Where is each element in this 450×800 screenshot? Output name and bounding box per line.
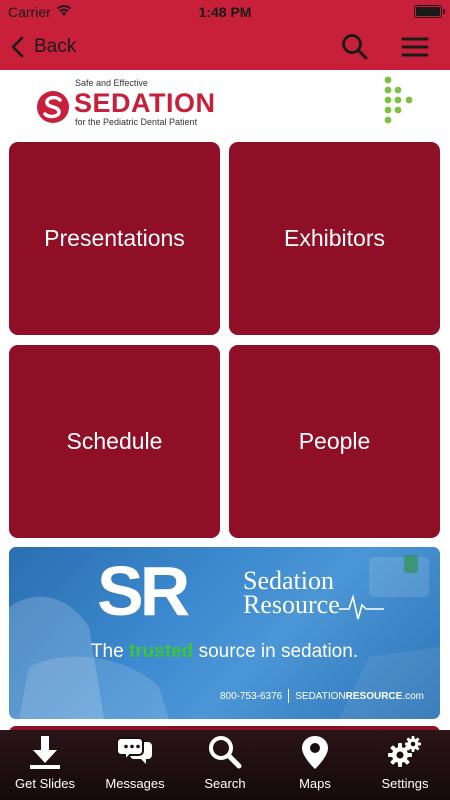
tab-label: Messages xyxy=(105,776,165,791)
tagline-prefix: The xyxy=(90,641,129,662)
tab-label: Settings xyxy=(381,776,429,791)
logo-header: Safe and Effective SEDATION for the Pedi… xyxy=(0,70,450,132)
nav-bar: Back xyxy=(0,24,450,70)
tagline-highlight: trusted xyxy=(128,641,194,662)
sr-monogram-text: SR xyxy=(97,559,190,623)
tile-people[interactable]: People xyxy=(229,345,440,538)
map-pin-icon xyxy=(302,736,328,769)
gears-icon xyxy=(388,736,421,767)
tile-exhibitors[interactable]: Exhibitors xyxy=(229,142,440,335)
logo-brand-text: SEDATION xyxy=(74,88,216,118)
banner-contact: 800-753-6376 SEDATION RESOURCE .com xyxy=(220,689,424,703)
hamburger-menu-icon[interactable] xyxy=(400,32,430,62)
status-bar: Carrier 1:48 PM xyxy=(0,0,450,24)
sedation-resource-banner-ad[interactable]: SR Sedation Resource The trusted source … xyxy=(9,547,440,719)
tab-messages[interactable]: Messages xyxy=(90,730,180,800)
sedation-resource-wordmark: Sedation Resource xyxy=(243,568,340,619)
bottom-tab-bar: Get Slides Messages Search Maps Settings xyxy=(0,730,450,800)
tab-get-slides[interactable]: Get Slides xyxy=(0,730,90,800)
back-label: Back xyxy=(34,36,77,57)
tab-label: Search xyxy=(204,776,246,791)
battery-level xyxy=(416,7,440,16)
banner-site-suffix: .com xyxy=(402,690,424,702)
tile-schedule[interactable]: Schedule xyxy=(9,345,220,538)
tab-settings[interactable]: Settings xyxy=(360,730,450,800)
tab-label: Maps xyxy=(299,776,331,791)
tile-presentations[interactable]: Presentations xyxy=(9,142,220,335)
tile-label: Exhibitors xyxy=(284,225,385,251)
search-icon[interactable] xyxy=(340,32,370,62)
tile-label: People xyxy=(298,428,371,454)
sedation-logo: Safe and Effective SEDATION for the Pedi… xyxy=(36,76,246,128)
tile-label: Schedule xyxy=(66,428,163,454)
banner-tagline: The trusted source in sedation. xyxy=(9,641,440,663)
search-icon xyxy=(209,736,242,769)
tab-maps[interactable]: Maps xyxy=(270,730,360,800)
tile-label: Presentations xyxy=(44,225,185,251)
logo-tagline-top: Safe and Effective xyxy=(75,78,148,88)
chat-bubbles-icon xyxy=(117,737,152,764)
sr-monogram-icon: SR xyxy=(97,559,194,623)
tab-label: Get Slides xyxy=(15,776,75,791)
app-screen: Carrier 1:48 PM Back Safe and Effective … xyxy=(0,0,450,800)
download-icon xyxy=(30,736,60,769)
contact-divider xyxy=(288,689,290,703)
back-button[interactable]: Back xyxy=(10,32,76,62)
logo-tagline-bottom: for the Pediatric Dental Patient xyxy=(75,117,198,127)
wordmark-line2: Resource xyxy=(243,590,340,619)
banner-site-prefix: SEDATION xyxy=(295,690,346,702)
tab-search[interactable]: Search xyxy=(180,730,270,800)
green-dots-logo-icon xyxy=(384,76,413,124)
top-bar: Carrier 1:48 PM Back xyxy=(0,0,450,70)
tagline-suffix: source in sedation. xyxy=(193,641,359,662)
heartbeat-line-icon xyxy=(339,594,384,620)
banner-site-bold: RESOURCE xyxy=(345,690,403,702)
battery-icon xyxy=(414,5,445,18)
chevron-left-icon xyxy=(11,36,24,58)
clock: 1:48 PM xyxy=(198,4,252,20)
sedation-logo-mark-icon xyxy=(37,91,69,123)
banner-phone: 800-753-6376 xyxy=(219,690,283,702)
